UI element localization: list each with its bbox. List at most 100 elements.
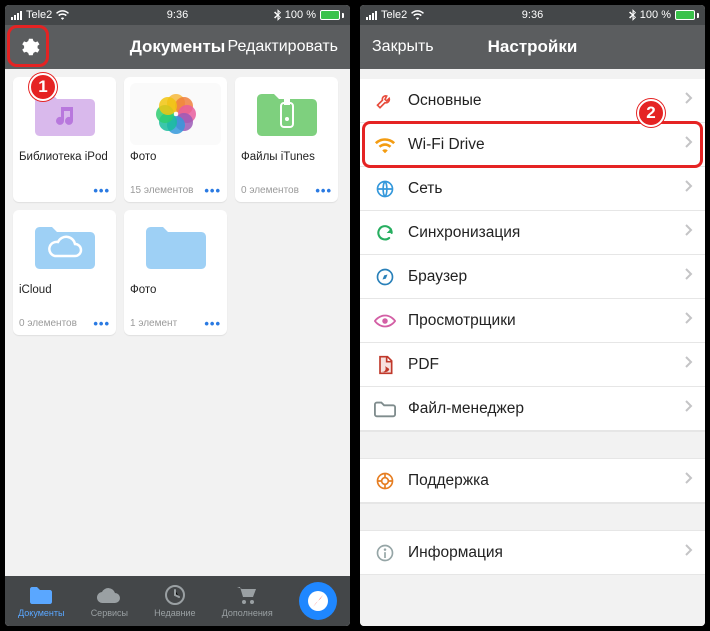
chevron-right-icon [684,179,693,198]
chevron-right-icon [684,135,693,154]
settings-row-label: Просмотрщики [408,312,672,330]
folder-icon [144,222,208,272]
settings-row-eye[interactable]: Просмотрщики [360,299,705,343]
wifi-icon [411,10,424,20]
settings-row-wifi[interactable]: Wi-Fi Drive 2 [360,123,705,167]
tab-addons[interactable]: Дополнения [222,584,273,618]
settings-row-label: Wi-Fi Drive [408,136,672,154]
settings-row-info[interactable]: Информация [360,531,705,575]
tab-label: Недавние [154,608,195,618]
bluetooth-icon [274,9,281,21]
more-icon[interactable]: ••• [315,183,332,198]
wifi-icon [56,10,69,20]
compass-icon [374,266,396,288]
photos-icon [153,91,199,137]
tile-itunes-files[interactable]: Файлы iTunes 0 элементов ••• [235,77,338,202]
navbar-settings: Закрыть Настройки [360,25,705,69]
tile-label: iCloud [19,284,110,312]
wifi-icon [374,134,396,156]
chevron-right-icon [684,355,693,374]
settings-row-pdf[interactable]: PDF [360,343,705,387]
documents-grid: Библиотека iPod ••• [5,69,350,343]
tile-label: Фото [130,284,221,312]
annotation-badge-1: 1 [29,73,57,101]
folder-icloud-icon [33,222,97,272]
status-bar: Tele2 9:36 100 % [360,5,705,25]
tile-meta: 15 элементов [130,185,193,196]
eye-icon [374,310,396,332]
edit-button[interactable]: Редактировать [223,32,342,62]
tile-icloud[interactable]: iCloud 0 элементов ••• [13,210,116,335]
settings-list: Основные Wi-Fi Drive 2 Сеть Синхронизаци… [360,79,705,575]
folder-icon [374,398,396,420]
tab-recent[interactable]: Недавние [154,584,195,618]
carrier-label: Tele2 [381,9,407,21]
tile-label: Файлы iTunes [241,151,332,179]
battery-text: 100 % [640,9,671,21]
settings-row-label: Браузер [408,268,672,286]
more-icon[interactable]: ••• [93,183,110,198]
settings-row-folder[interactable]: Файл-менеджер [360,387,705,431]
settings-row-label: Синхронизация [408,224,672,242]
tile-meta: 1 элемент [130,318,177,329]
settings-row-compass[interactable]: Браузер [360,255,705,299]
tab-label: Дополнения [222,608,273,618]
wrench-icon [374,90,396,112]
tile-meta: 0 элементов [19,318,77,329]
tab-browser[interactable] [299,582,337,620]
tile-ipod-library[interactable]: Библиотека iPod ••• [13,77,116,202]
chevron-right-icon [684,543,693,562]
info-icon [374,542,396,564]
settings-content: Основные Wi-Fi Drive 2 Сеть Синхронизаци… [360,69,705,626]
cloud-tab-icon [96,586,122,604]
settings-row-label: Основные [408,92,672,110]
settings-row-label: Сеть [408,180,672,198]
tab-label: Документы [18,608,64,618]
tab-label: Сервисы [91,608,128,618]
tab-services[interactable]: Сервисы [91,584,128,618]
signal-icon [366,11,377,20]
settings-row-globe[interactable]: Сеть [360,167,705,211]
tab-bar: Документы Сервисы Недавние Дополнения [5,576,350,626]
settings-row-label: PDF [408,356,672,374]
tile-label: Фото [130,151,221,179]
battery-icon [675,10,699,20]
phone-right: Tele2 9:36 100 % Закрыть Настройки Основ… [360,5,705,626]
list-separator [360,431,705,459]
documents-content: Библиотека iPod ••• [5,69,350,576]
battery-icon [320,10,344,20]
cart-tab-icon [235,585,259,605]
chevron-right-icon [684,471,693,490]
chevron-right-icon [684,311,693,330]
sync-icon [374,222,396,244]
chevron-right-icon [684,267,693,286]
gear-icon [18,36,40,58]
tile-label: Библиотека iPod [19,151,110,179]
settings-button[interactable] [13,31,45,63]
settings-row-support[interactable]: Поддержка [360,459,705,503]
globe-icon [374,178,396,200]
chevron-right-icon [684,399,693,418]
status-bar: Tele2 9:36 100 % [5,5,350,25]
close-button[interactable]: Закрыть [368,32,438,62]
settings-row-sync[interactable]: Синхронизация [360,211,705,255]
more-icon[interactable]: ••• [93,316,110,331]
navbar-documents: Документы Редактировать [5,25,350,69]
folder-usb-icon [255,89,319,139]
list-separator [360,503,705,531]
carrier-label: Tele2 [26,9,52,21]
chevron-right-icon [684,91,693,110]
tile-folder-photo[interactable]: Фото 1 элемент ••• [124,210,227,335]
more-icon[interactable]: ••• [204,183,221,198]
folder-tab-icon [29,585,53,605]
tile-meta: 0 элементов [241,185,299,196]
more-icon[interactable]: ••• [204,316,221,331]
pdf-icon [374,354,396,376]
signal-icon [11,11,22,20]
chevron-right-icon [684,223,693,242]
phone-left: Tele2 9:36 100 % Документы Редактировать… [5,5,350,626]
tab-documents[interactable]: Документы [18,584,64,618]
tile-photos[interactable]: Фото 15 элементов ••• [124,77,227,202]
clock-tab-icon [164,584,186,606]
settings-row-label: Поддержка [408,472,672,490]
